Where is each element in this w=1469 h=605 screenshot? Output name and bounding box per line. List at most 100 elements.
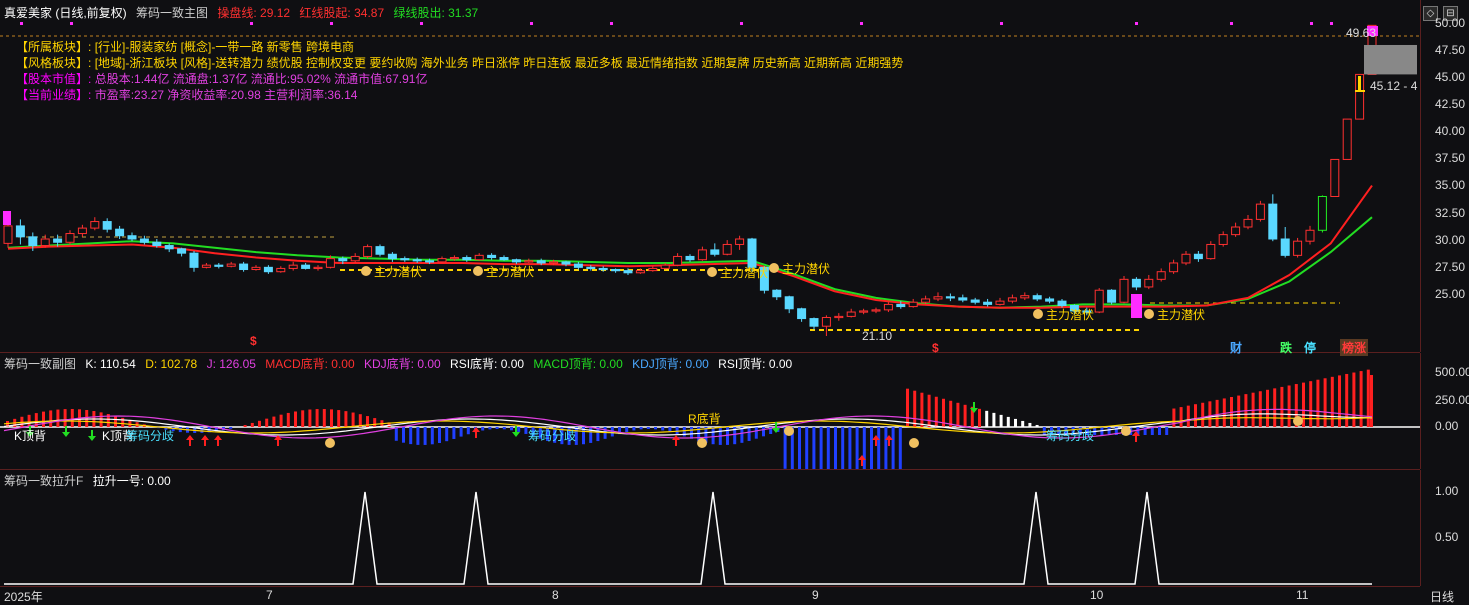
macd-bar — [1021, 421, 1024, 427]
macd-bar — [438, 427, 441, 443]
macd-bar — [344, 411, 347, 427]
signal-dot — [20, 22, 23, 25]
candle-body — [723, 244, 731, 254]
macd-bar — [1259, 391, 1262, 427]
macd-bar — [913, 391, 916, 427]
lasheng-chart[interactable] — [0, 470, 1420, 586]
candle-body — [698, 250, 706, 260]
macd-bar — [848, 427, 851, 469]
macd-bar — [661, 427, 664, 430]
label-chouma: 筹码分歧 — [126, 427, 174, 444]
candle-body — [674, 256, 682, 265]
macd-bar — [294, 411, 297, 427]
macd-bar — [805, 427, 808, 469]
macd-bar — [28, 415, 31, 427]
candle-body — [550, 262, 558, 263]
up-arrow-icon — [214, 435, 222, 446]
macd-bar — [834, 427, 837, 469]
hand-icon — [769, 263, 779, 273]
hand-icon — [1121, 426, 1131, 436]
candle-body — [872, 310, 880, 311]
candle-body — [54, 239, 62, 242]
macd-bar — [1007, 417, 1010, 427]
candle-body — [736, 239, 744, 244]
macd-bar — [42, 412, 45, 427]
hand-icon — [1033, 309, 1043, 319]
price-chart[interactable]: 主力潜伏主力潜伏主力潜伏主力潜伏主力潜伏主力潜伏 — [0, 0, 1420, 352]
y-tick: 45.00 — [1435, 70, 1465, 84]
macd-bar — [265, 419, 268, 427]
macd-bar — [928, 395, 931, 427]
candle-body — [1132, 279, 1140, 287]
candle-body — [946, 297, 954, 298]
y-tick: 32.50 — [1435, 206, 1465, 220]
macd-bar — [395, 427, 398, 441]
candle-body — [252, 267, 260, 269]
signal-dot — [1310, 22, 1313, 25]
zhuli-label: 主力潜伏 — [1046, 308, 1094, 322]
macd-bar — [308, 410, 311, 427]
hand-icon — [1293, 416, 1303, 426]
third-chart-pane[interactable]: 筹码一致拉升F 拉升一号: 0.00 — [0, 470, 1420, 587]
sub-y-axis: 500.00 250.00 0.00 — [1420, 353, 1469, 469]
macd-bar — [748, 427, 751, 441]
candle-body — [971, 300, 979, 302]
candle-body — [1008, 298, 1016, 301]
macd-bar — [841, 427, 844, 469]
sub-chart-pane[interactable]: 筹码一致副图 K: 110.54 D: 102.78 J: 126.05 MAC… — [0, 353, 1420, 470]
y-tick: 37.50 — [1435, 151, 1465, 165]
candle-body — [574, 264, 582, 267]
candle-body — [1294, 241, 1302, 255]
x-tick: 7 — [266, 588, 273, 602]
macd-bar — [1338, 375, 1341, 427]
candle-body — [748, 239, 756, 267]
candle-body — [277, 268, 285, 271]
candle-body — [178, 249, 186, 253]
candle-body — [91, 222, 99, 229]
up-arrow-icon — [201, 435, 209, 446]
macd-bar — [712, 427, 715, 444]
macd-bar — [1108, 427, 1111, 435]
macd-bar — [920, 393, 923, 427]
y-tick: 40.00 — [1435, 124, 1465, 138]
macd-bar — [416, 427, 419, 445]
candle-body — [1058, 301, 1066, 305]
macd-bar — [280, 415, 283, 427]
period-button[interactable]: 日线 — [1430, 588, 1454, 605]
macd-bar — [431, 427, 434, 444]
macd-bar — [964, 405, 967, 427]
candle-body — [438, 259, 446, 262]
candle-body — [413, 260, 421, 261]
candle-body — [1046, 299, 1054, 301]
candle-body — [1318, 196, 1326, 230]
macd-bar — [1028, 423, 1031, 427]
candle-body — [128, 236, 136, 239]
macd-bar — [524, 427, 527, 434]
candle-body — [1194, 254, 1202, 258]
signal-dot — [530, 22, 533, 25]
macd-bar — [287, 413, 290, 427]
macd-bar — [352, 413, 355, 427]
signal-dot — [860, 22, 863, 25]
label-kbei: K顶背 — [14, 427, 46, 444]
up-arrow-icon — [186, 435, 194, 446]
macd-bar — [503, 427, 506, 429]
macd-bar — [647, 427, 650, 429]
price-range-label: 45.12 - 4 — [1370, 79, 1417, 93]
macd-bar — [409, 427, 412, 444]
low-label: 21.10 — [862, 329, 892, 343]
hand-icon — [473, 266, 483, 276]
x-axis: 2025年 7 8 9 10 11 — [0, 587, 1420, 603]
macd-bar — [1316, 380, 1319, 427]
macd-bar — [640, 427, 643, 429]
macd-bar — [625, 427, 628, 432]
candle-body — [78, 228, 86, 233]
candle-body — [785, 297, 793, 309]
candle-body — [41, 239, 49, 246]
main-chart-pane[interactable]: 真爱美家 (日线,前复权) 筹码一致主图 操盘线: 29.12 红线股起: 34… — [0, 0, 1420, 353]
up-arrow-icon — [472, 427, 480, 438]
candle-body — [934, 297, 942, 299]
candle-body — [426, 261, 434, 262]
macd-bar — [258, 421, 261, 427]
macd-bar — [467, 427, 470, 434]
